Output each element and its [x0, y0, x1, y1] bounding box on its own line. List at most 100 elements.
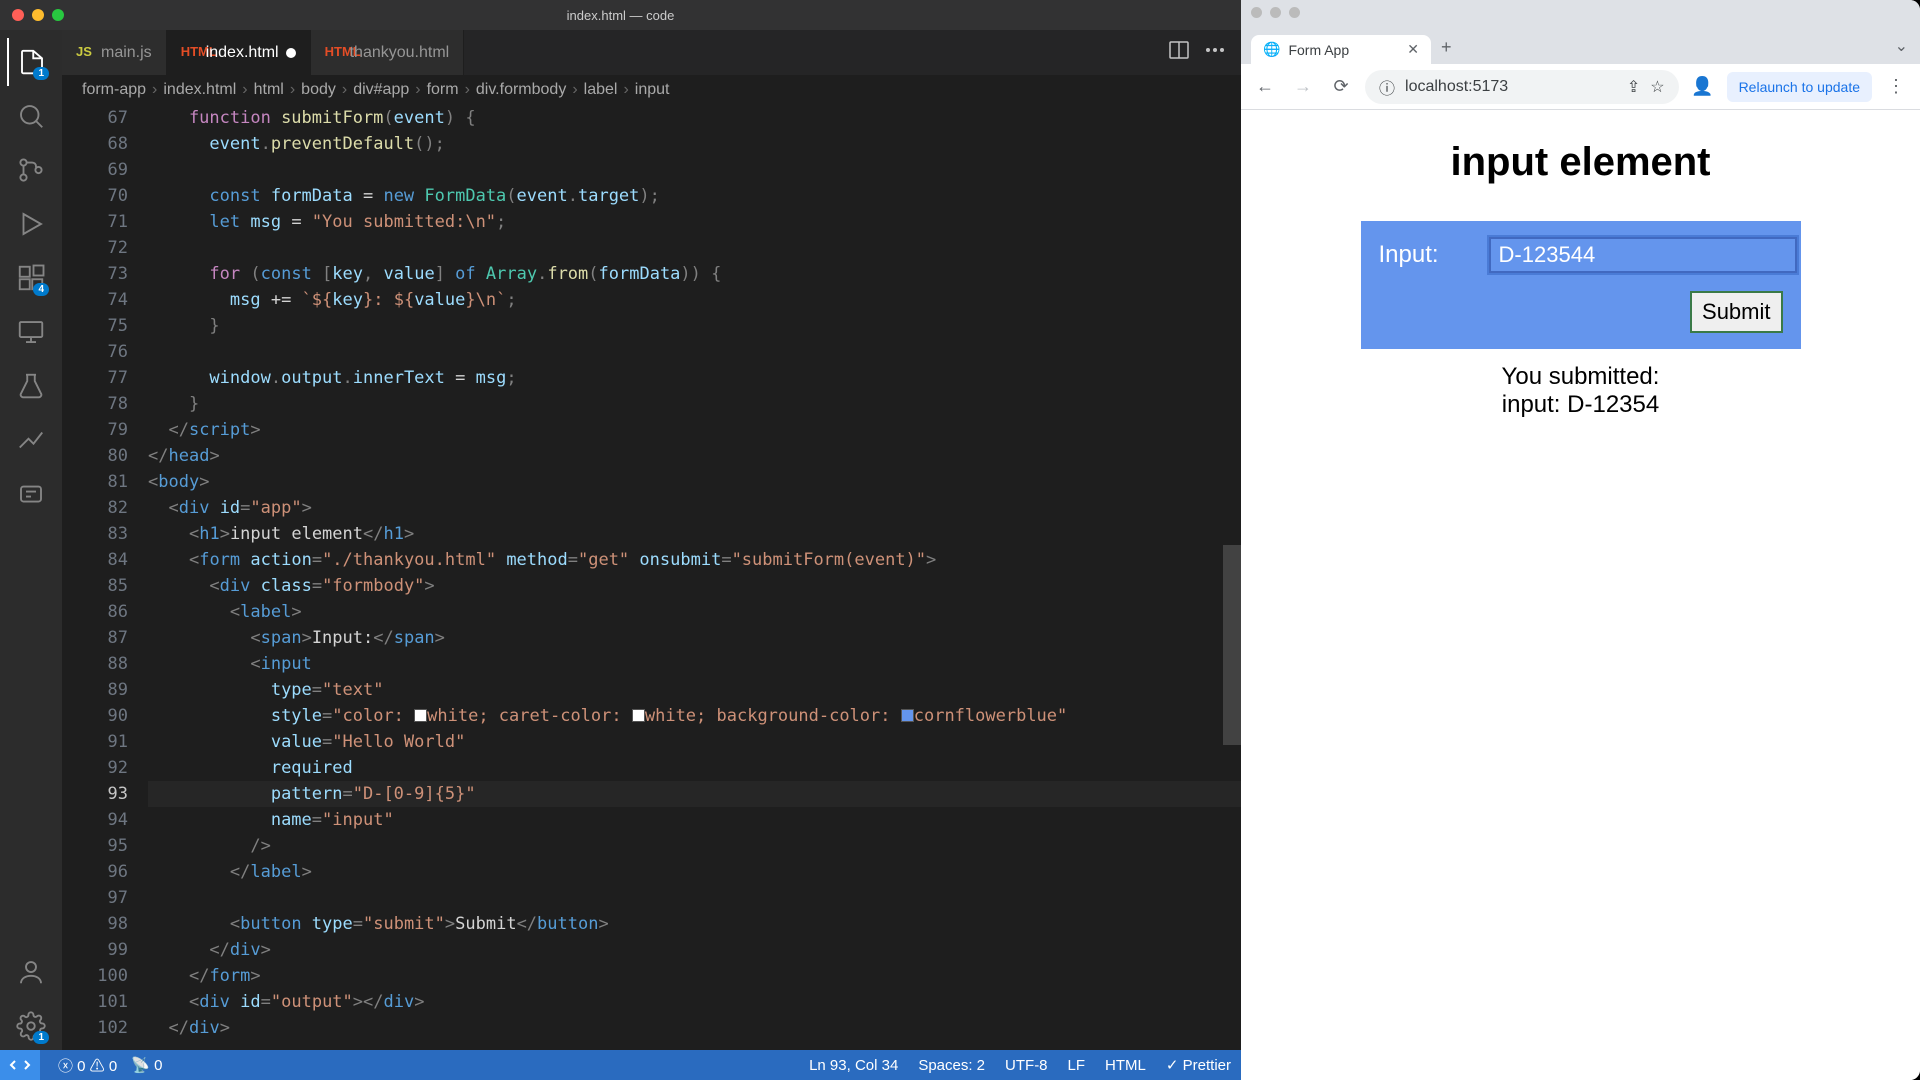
- line-number[interactable]: 84: [62, 547, 128, 573]
- code-line[interactable]: [148, 235, 1241, 261]
- line-number[interactable]: 90: [62, 703, 128, 729]
- code-line[interactable]: <body>: [148, 469, 1241, 495]
- relaunch-button[interactable]: Relaunch to update: [1727, 72, 1872, 102]
- breadcrumb-item[interactable]: div#app: [353, 81, 409, 99]
- code-line[interactable]: window.output.innerText = msg;: [148, 365, 1241, 391]
- code-line[interactable]: [148, 157, 1241, 183]
- code-line[interactable]: type="text": [148, 677, 1241, 703]
- encoding[interactable]: UTF-8: [1005, 1057, 1048, 1074]
- code-line[interactable]: event.preventDefault();: [148, 131, 1241, 157]
- line-number[interactable]: 102: [62, 1015, 128, 1041]
- code-line[interactable]: <button type="submit">Submit</button>: [148, 911, 1241, 937]
- line-number[interactable]: 68: [62, 131, 128, 157]
- split-editor-icon[interactable]: [1167, 38, 1191, 67]
- code-line[interactable]: <label>: [148, 599, 1241, 625]
- remote-indicator[interactable]: [0, 1050, 40, 1080]
- line-number[interactable]: 97: [62, 885, 128, 911]
- line-number[interactable]: 91: [62, 729, 128, 755]
- source-control-icon[interactable]: [7, 146, 55, 194]
- breadcrumb-item[interactable]: label: [584, 81, 618, 99]
- line-number[interactable]: 69: [62, 157, 128, 183]
- line-number[interactable]: 101: [62, 989, 128, 1015]
- share-icon[interactable]: ⇪: [1627, 77, 1640, 97]
- address-bar[interactable]: ⓘ localhost:5173 ⇪ ☆: [1365, 70, 1679, 104]
- code-line[interactable]: </head>: [148, 443, 1241, 469]
- browser-tab[interactable]: 🌐 Form App ✕: [1251, 35, 1431, 64]
- code-line[interactable]: name="input": [148, 807, 1241, 833]
- editor-tab-index-html[interactable]: HTMLindex.html: [167, 30, 311, 75]
- problems-errors[interactable]: ⓧ 0 ⚠ 0: [58, 1055, 117, 1076]
- line-number[interactable]: 86: [62, 599, 128, 625]
- line-number[interactable]: 73: [62, 261, 128, 287]
- browser-minimize-icon[interactable]: [1270, 7, 1281, 18]
- close-window-icon[interactable]: [12, 9, 24, 21]
- editor-tab-thankyou-html[interactable]: HTMLthankyou.html: [311, 30, 465, 75]
- code-line[interactable]: </label>: [148, 859, 1241, 885]
- code-line[interactable]: msg += `${key}: ${value}\n`;: [148, 287, 1241, 313]
- ports-icon[interactable]: [7, 470, 55, 518]
- code-line[interactable]: </form>: [148, 963, 1241, 989]
- code-line[interactable]: required: [148, 755, 1241, 781]
- code-line[interactable]: </div>: [148, 1015, 1241, 1041]
- code-line[interactable]: value="Hello World": [148, 729, 1241, 755]
- run-debug-icon[interactable]: [7, 200, 55, 248]
- code-line[interactable]: />: [148, 833, 1241, 859]
- code-line[interactable]: let msg = "You submitted:\n";: [148, 209, 1241, 235]
- code-line[interactable]: </script>: [148, 417, 1241, 443]
- code-line[interactable]: }: [148, 313, 1241, 339]
- browser-close-icon[interactable]: [1251, 7, 1262, 18]
- breadcrumb-item[interactable]: body: [301, 81, 336, 99]
- line-number[interactable]: 98: [62, 911, 128, 937]
- code-line[interactable]: <form action="./thankyou.html" method="g…: [148, 547, 1241, 573]
- line-number[interactable]: 83: [62, 521, 128, 547]
- forward-button[interactable]: →: [1289, 73, 1317, 101]
- code-line[interactable]: style="color: white; caret-color: white;…: [148, 703, 1241, 729]
- remote-explorer-icon[interactable]: [7, 308, 55, 356]
- code-line[interactable]: <div id="output"></div>: [148, 989, 1241, 1015]
- eol[interactable]: LF: [1068, 1057, 1086, 1074]
- line-number[interactable]: 76: [62, 339, 128, 365]
- minimize-window-icon[interactable]: [32, 9, 44, 21]
- breadcrumb-item[interactable]: index.html: [163, 81, 236, 99]
- line-number[interactable]: 77: [62, 365, 128, 391]
- line-number[interactable]: 94: [62, 807, 128, 833]
- settings-gear-icon[interactable]: 1: [7, 1002, 55, 1050]
- code-line[interactable]: <span>Input:</span>: [148, 625, 1241, 651]
- code-line[interactable]: for (const [key, value] of Array.from(fo…: [148, 261, 1241, 287]
- profile-icon[interactable]: 👤: [1689, 73, 1717, 101]
- code-line[interactable]: </div>: [148, 937, 1241, 963]
- line-number[interactable]: 95: [62, 833, 128, 859]
- submit-button[interactable]: Submit: [1690, 291, 1782, 333]
- breadcrumb-item[interactable]: form-app: [82, 81, 146, 99]
- line-number[interactable]: 96: [62, 859, 128, 885]
- back-button[interactable]: ←: [1251, 73, 1279, 101]
- indentation[interactable]: Spaces: 2: [918, 1057, 985, 1074]
- breadcrumb-item[interactable]: div.formbody: [476, 81, 566, 99]
- breadcrumb[interactable]: form-app›index.html›html›body›div#app›fo…: [62, 75, 1241, 105]
- formatter[interactable]: ✓ Prettier: [1166, 1056, 1231, 1074]
- line-number[interactable]: 81: [62, 469, 128, 495]
- browser-more-icon[interactable]: ⋮: [1882, 73, 1910, 101]
- tab-close-icon[interactable]: ✕: [1407, 41, 1419, 58]
- extensions-icon[interactable]: 4: [7, 254, 55, 302]
- text-input[interactable]: [1489, 237, 1797, 273]
- browser-maximize-icon[interactable]: [1289, 7, 1300, 18]
- reload-button[interactable]: ⟳: [1327, 73, 1355, 101]
- cursor-position[interactable]: Ln 93, Col 34: [809, 1057, 898, 1074]
- code-line[interactable]: pattern="D-[0-9]{5}": [148, 781, 1241, 807]
- bookmark-icon[interactable]: ☆: [1650, 77, 1664, 97]
- line-number[interactable]: 88: [62, 651, 128, 677]
- maximize-window-icon[interactable]: [52, 9, 64, 21]
- code-line[interactable]: <div class="formbody">: [148, 573, 1241, 599]
- line-number[interactable]: 93: [62, 781, 128, 807]
- code-line[interactable]: [148, 339, 1241, 365]
- code-line[interactable]: const formData = new FormData(event.targ…: [148, 183, 1241, 209]
- editor-tab-main-js[interactable]: JSmain.js: [62, 30, 167, 75]
- language-mode[interactable]: HTML: [1105, 1057, 1146, 1074]
- line-number[interactable]: 67: [62, 105, 128, 131]
- line-number[interactable]: 87: [62, 625, 128, 651]
- browser-menu-icon[interactable]: ⌄: [1883, 28, 1920, 64]
- scrollbar-vertical[interactable]: [1223, 545, 1241, 745]
- breadcrumb-item[interactable]: form: [427, 81, 459, 99]
- new-tab-button[interactable]: +: [1431, 31, 1462, 64]
